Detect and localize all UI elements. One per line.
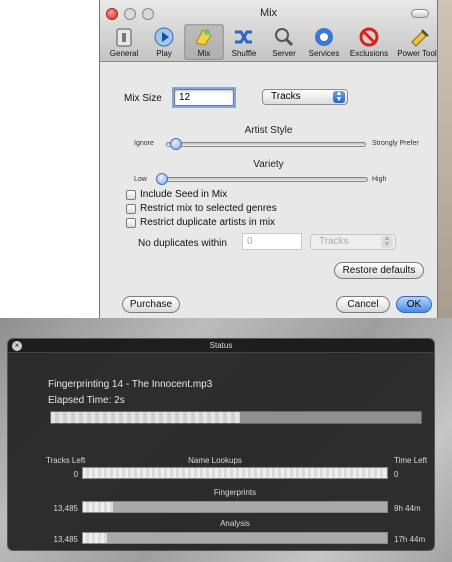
mix-unit-value: Tracks bbox=[271, 91, 301, 102]
window-title: Mix bbox=[259, 7, 278, 19]
tab-label: Mix bbox=[197, 49, 211, 58]
tab-label: Exclusions bbox=[349, 49, 389, 58]
status-title: Status bbox=[209, 341, 233, 350]
fingerprints-progress-bar bbox=[82, 501, 388, 513]
elapsed-value: 2s bbox=[114, 395, 125, 406]
restore-defaults-button[interactable]: Restore defaults bbox=[334, 262, 424, 279]
name-lookups-tracks-left: 0 bbox=[73, 470, 78, 479]
server-icon bbox=[275, 28, 294, 47]
fingerprints-tracks-left: 13,485 bbox=[53, 504, 78, 513]
window-titlebar: Mix General Play Mix Shuffle Server Serv… bbox=[100, 0, 437, 62]
no-duplicates-label: No duplicates within bbox=[138, 238, 227, 249]
name-lookups-time-left: 0 bbox=[394, 470, 399, 479]
fingerprints-progress-fill bbox=[83, 502, 114, 512]
exclusions-icon bbox=[359, 27, 379, 47]
mix-preferences-window: Mix General Play Mix Shuffle Server Serv… bbox=[99, 0, 438, 318]
checkbox-label: Restrict mix to selected genres bbox=[140, 203, 277, 214]
tab-services[interactable]: Services bbox=[304, 24, 344, 60]
artist-style-min-label: Ignore bbox=[134, 140, 154, 147]
tab-label: Play bbox=[156, 49, 172, 58]
elapsed-caption: Elapsed Time: bbox=[48, 395, 112, 406]
variety-min-label: Low bbox=[134, 176, 147, 183]
mix-size-input[interactable]: 12 bbox=[172, 87, 236, 108]
services-icon bbox=[315, 28, 333, 46]
status-titlebar: × Status bbox=[8, 339, 434, 353]
tab-label: Power Tools bbox=[397, 49, 438, 58]
artist-style-heading: Artist Style bbox=[244, 125, 293, 136]
analysis-progress-fill bbox=[83, 533, 108, 543]
include-seed-checkbox[interactable]: Include Seed in Mix bbox=[126, 189, 227, 200]
elapsed-time-label: Elapsed Time: 2s bbox=[48, 395, 125, 406]
mix-settings-panel: Mix Size 12 Tracks ▲ ▼ Artist Style Ignor… bbox=[100, 63, 437, 318]
tab-server[interactable]: Server bbox=[264, 24, 304, 60]
tab-label: General bbox=[109, 49, 139, 58]
variety-max-label: High bbox=[372, 176, 387, 183]
analysis-label: Analysis bbox=[220, 519, 250, 528]
purchase-button[interactable]: Purchase bbox=[122, 296, 180, 313]
name-lookups-label: Name Lookups bbox=[188, 456, 242, 465]
restrict-genres-checkbox[interactable]: Restrict mix to selected genres bbox=[126, 203, 277, 214]
status-window: × Status Fingerprinting 14 - The Innocen… bbox=[7, 338, 435, 551]
checkbox-box[interactable] bbox=[126, 189, 136, 200]
shuffle-icon bbox=[235, 30, 252, 44]
tab-general[interactable]: General bbox=[104, 24, 144, 60]
ok-button[interactable]: OK bbox=[396, 296, 432, 313]
tab-label: Shuffle bbox=[231, 49, 257, 58]
popup-arrows-icon: ▲ ▼ bbox=[381, 235, 393, 248]
power-tools-icon bbox=[411, 29, 429, 47]
overall-progress-bar bbox=[50, 411, 422, 424]
name-lookups-progress-fill bbox=[83, 468, 387, 478]
mix-icon bbox=[195, 29, 212, 46]
artist-style-slider-track[interactable] bbox=[166, 142, 366, 147]
popup-arrows-icon: ▲ ▼ bbox=[333, 90, 345, 103]
tab-label: Server bbox=[272, 49, 296, 58]
general-icon bbox=[116, 28, 132, 47]
no-duplicates-unit-select[interactable]: Tracks ▲ ▼ bbox=[310, 234, 396, 250]
checkbox-label: Include Seed in Mix bbox=[140, 189, 228, 200]
restrict-duplicates-checkbox[interactable]: Restrict duplicate artists in mix bbox=[126, 217, 275, 228]
tab-power-tools[interactable]: Power Tools bbox=[394, 24, 438, 60]
background-document: ​ bbox=[0, 0, 100, 318]
artist-style-max-label: Strongly Prefer bbox=[372, 140, 419, 147]
name-lookups-progress-bar bbox=[82, 467, 388, 479]
overall-progress-fill bbox=[51, 412, 240, 423]
no-duplicates-unit-value: Tracks bbox=[319, 236, 349, 247]
analysis-tracks-left: 13,485 bbox=[53, 535, 78, 544]
checkbox-box[interactable] bbox=[126, 203, 136, 214]
tab-exclusions[interactable]: Exclusions bbox=[344, 24, 394, 60]
no-duplicates-input[interactable]: 0 bbox=[242, 233, 302, 250]
tab-play[interactable]: Play bbox=[144, 24, 184, 60]
tab-mix[interactable]: Mix bbox=[184, 24, 224, 60]
cancel-button[interactable]: Cancel bbox=[336, 296, 390, 313]
variety-slider-track[interactable] bbox=[158, 177, 368, 182]
checkbox-label: Restrict duplicate artists in mix bbox=[140, 217, 276, 228]
checkbox-box[interactable] bbox=[126, 217, 136, 228]
mix-unit-select[interactable]: Tracks ▲ ▼ bbox=[262, 89, 348, 105]
analysis-progress-bar bbox=[82, 532, 388, 544]
fingerprints-time-left: 9h 44m bbox=[394, 504, 421, 513]
current-file-label: Fingerprinting 14 - The Innocent.mp3 bbox=[48, 379, 213, 390]
analysis-time-left: 17h 44m bbox=[394, 535, 426, 544]
preferences-toolbar: General Play Mix Shuffle Server Services bbox=[104, 24, 438, 60]
background-desktop bbox=[437, 0, 452, 318]
tab-label: Services bbox=[308, 49, 340, 58]
artist-style-slider-knob[interactable] bbox=[170, 138, 182, 150]
fingerprints-label: Fingerprints bbox=[213, 488, 257, 497]
mix-size-label: Mix Size bbox=[124, 93, 162, 104]
variety-heading: Variety bbox=[253, 159, 284, 170]
tab-shuffle[interactable]: Shuffle bbox=[224, 24, 264, 60]
variety-slider-knob[interactable] bbox=[156, 173, 169, 185]
play-icon bbox=[154, 27, 174, 47]
